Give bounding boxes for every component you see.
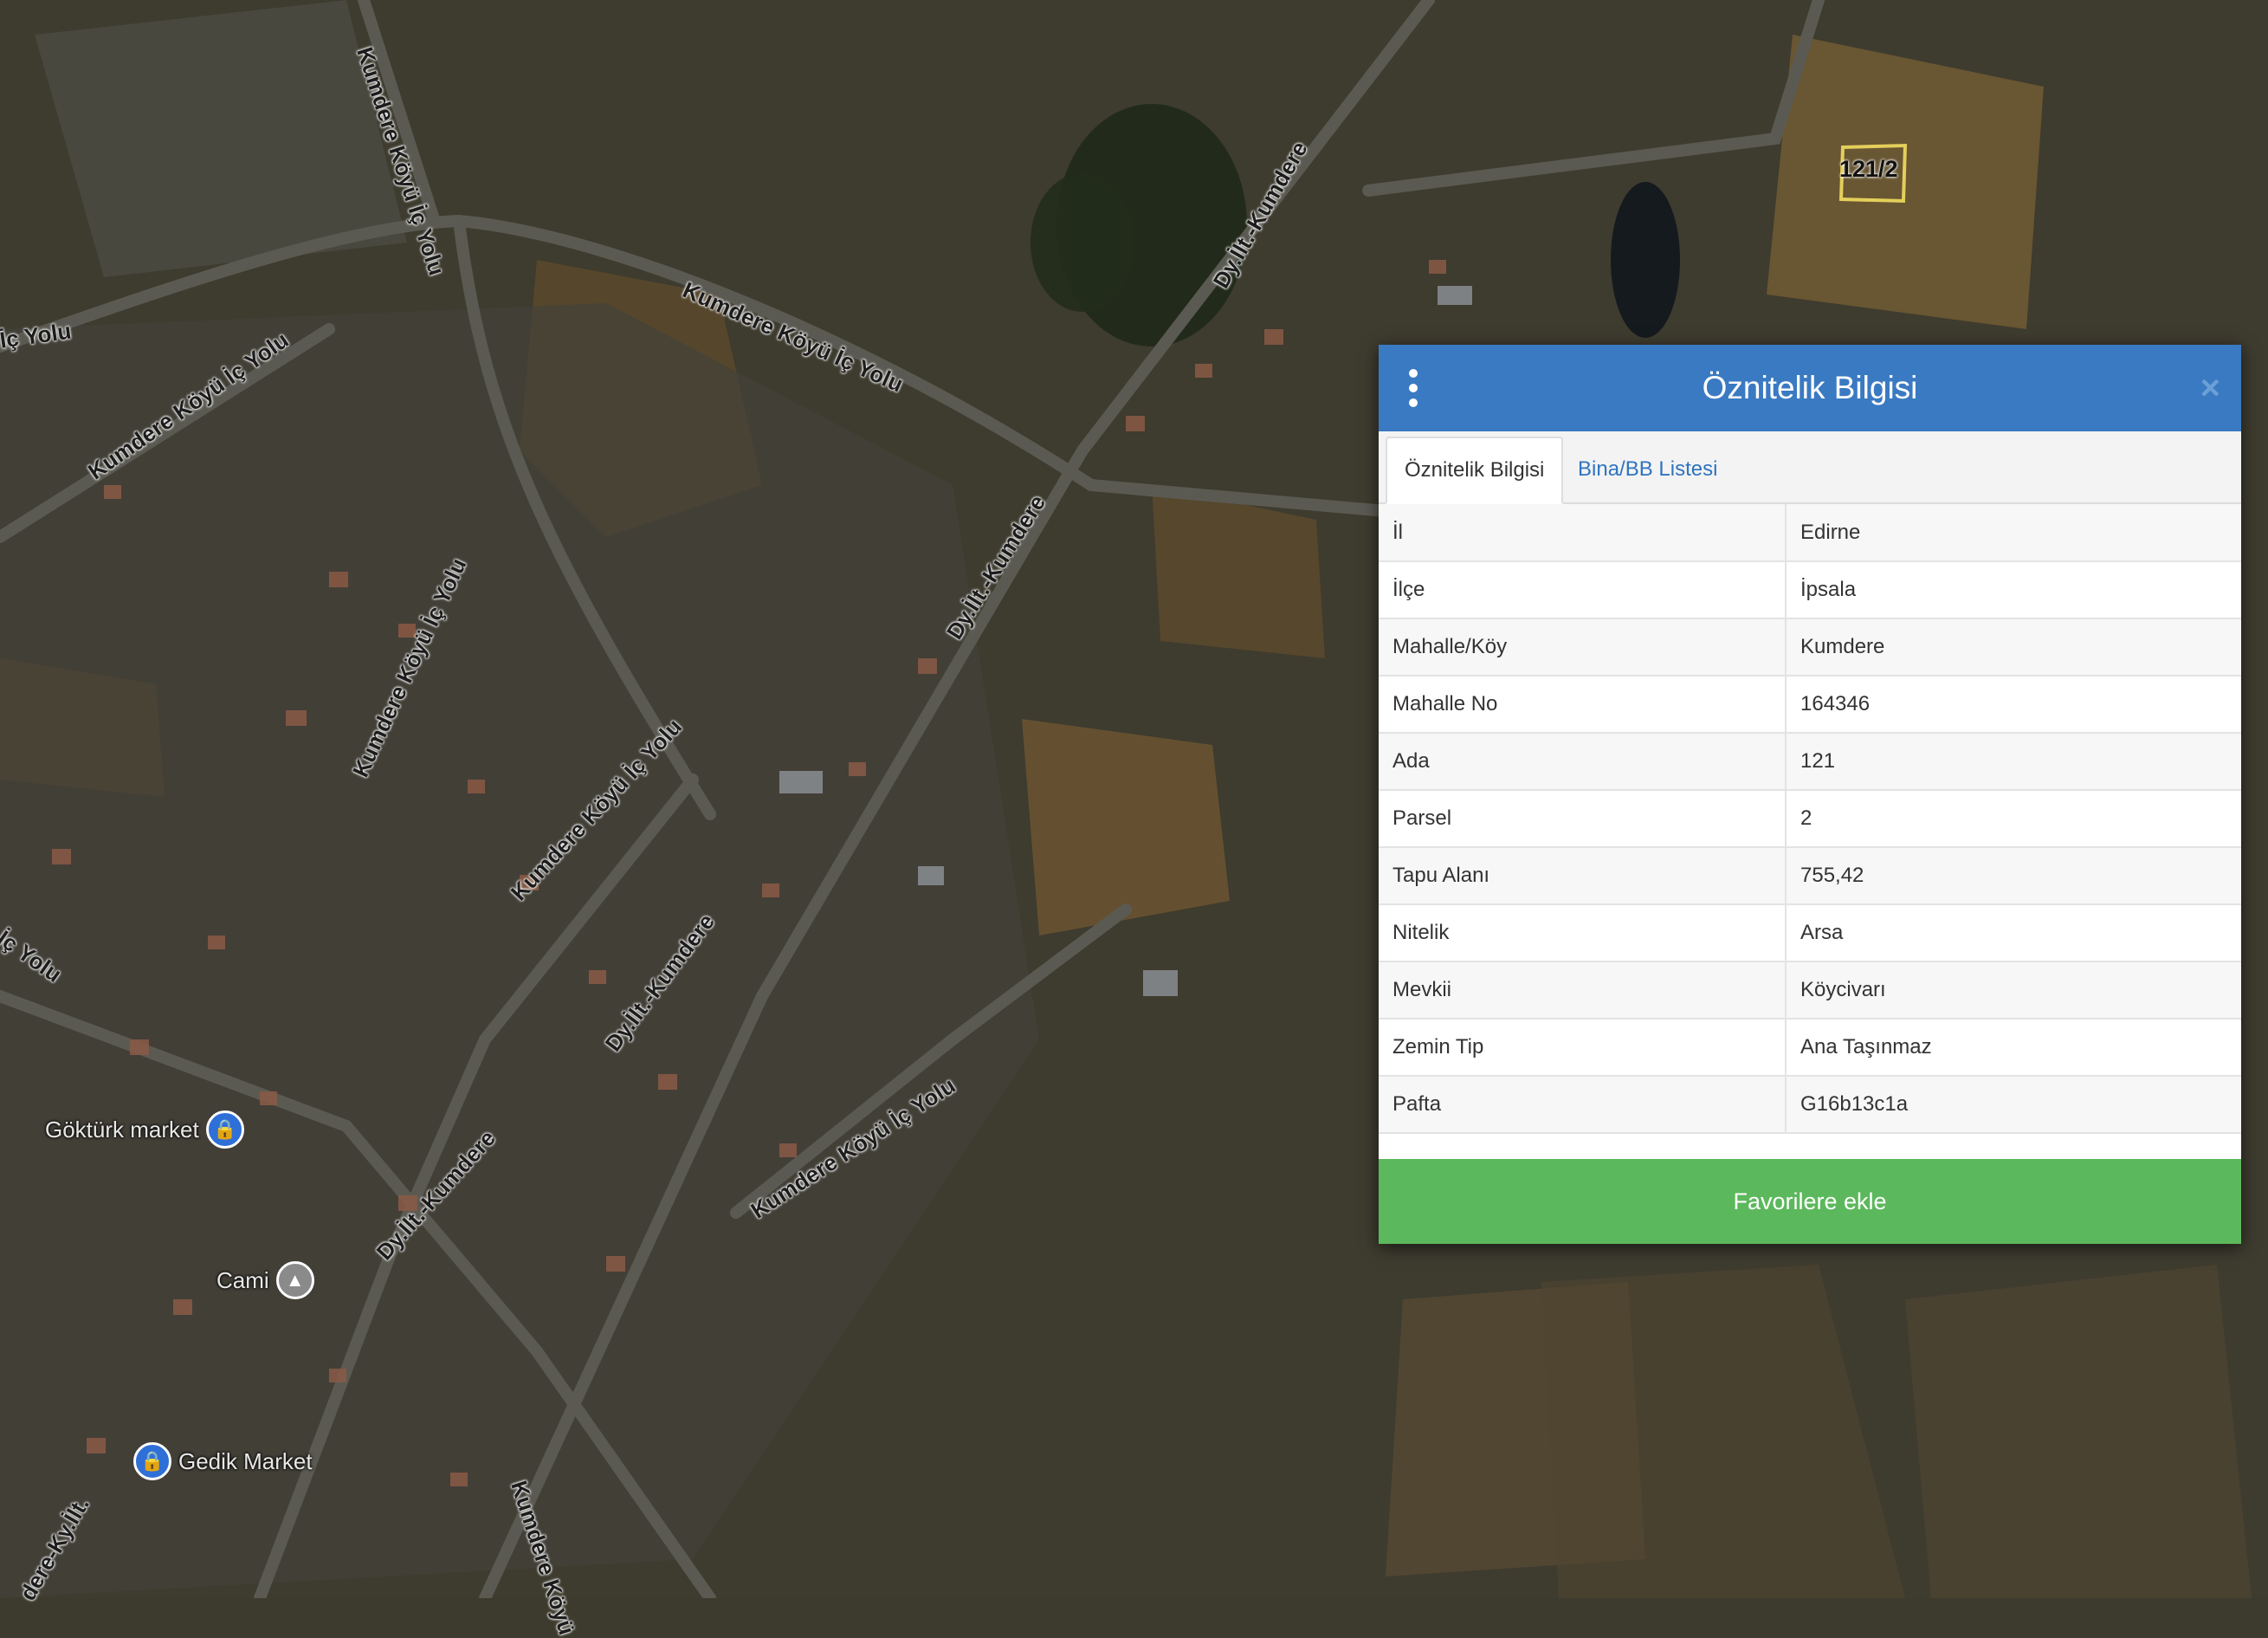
table-row: İl Edirne: [1379, 504, 2241, 562]
poi-cami[interactable]: ▲ Cami: [216, 1261, 314, 1299]
table-row: Mahalle/Köy Kumdere: [1379, 618, 2241, 677]
attribute-key: Parsel: [1379, 790, 1787, 848]
attribute-key: Mahalle/Köy: [1379, 618, 1787, 677]
table-row: Mevkii Köycivarı: [1379, 961, 2241, 1020]
panel-tabs: Öznitelik Bilgisi Bina/BB Listesi: [1379, 431, 2241, 504]
attribute-value: 755,42: [1786, 847, 2241, 905]
attribute-table: İl Edirne İlçe İpsala Mahalle/Köy Kumdere M…: [1379, 504, 2241, 1134]
attribute-key: Mevkii: [1379, 961, 1787, 1020]
poi-gedik-market[interactable]: 🔒 Gedik Market: [133, 1442, 313, 1480]
mosque-icon: ▲: [275, 1261, 314, 1299]
attribute-key: Tapu Alanı: [1379, 847, 1787, 905]
poi-label: Gedik Market: [178, 1447, 313, 1474]
table-row: Mahalle No 164346: [1379, 676, 2241, 734]
parcel-label[interactable]: 121/2: [1839, 156, 1898, 183]
table-row: Pafta G16b13c1a: [1379, 1076, 2241, 1134]
attribute-key: İlçe: [1379, 561, 1787, 619]
attribute-value: Ana Taşınmaz: [1786, 1019, 2241, 1077]
vertical-dots-icon[interactable]: [1405, 369, 1422, 407]
attribute-value: 121: [1786, 733, 2241, 791]
table-row: İlçe İpsala: [1379, 561, 2241, 619]
attribute-key: İl: [1379, 504, 1787, 562]
table-row: Zemin Tip Ana Taşınmaz: [1379, 1019, 2241, 1077]
table-row: Tapu Alanı 755,42: [1379, 847, 2241, 905]
attribute-value: Edirne: [1786, 504, 2241, 562]
attribute-key: Mahalle No: [1379, 676, 1787, 734]
tab-bina-bb-listesi[interactable]: Bina/BB Listesi: [1560, 437, 1735, 502]
poi-label: Cami: [216, 1266, 269, 1293]
attribute-key: Nitelik: [1379, 904, 1787, 962]
attribute-value: 2: [1786, 790, 2241, 848]
poi-goktürk-market[interactable]: 🔒 Göktürk market: [45, 1110, 244, 1149]
tab-oznitelik-bilgisi[interactable]: Öznitelik Bilgisi: [1386, 437, 1564, 504]
attribute-info-panel: Öznitelik Bilgisi × Öznitelik Bilgisi Bi…: [1379, 345, 2241, 1244]
panel-header: Öznitelik Bilgisi ×: [1379, 345, 2241, 431]
table-row: Ada 121: [1379, 733, 2241, 791]
attribute-key: Zemin Tip: [1379, 1019, 1787, 1077]
lock-icon: 🔒: [133, 1442, 171, 1480]
attribute-value: Köycivarı: [1786, 961, 2241, 1020]
attribute-key: Ada: [1379, 733, 1787, 791]
lock-icon: 🔒: [205, 1110, 244, 1149]
attribute-value: G16b13c1a: [1786, 1076, 2241, 1134]
poi-label: Göktürk market: [45, 1116, 199, 1143]
table-row: Parsel 2: [1379, 790, 2241, 848]
add-favorite-button[interactable]: Favorilere ekle: [1379, 1159, 2241, 1244]
panel-title: Öznitelik Bilgisi: [1702, 370, 1918, 405]
attribute-key: Pafta: [1379, 1076, 1787, 1134]
close-icon[interactable]: ×: [2200, 369, 2220, 407]
attribute-value: İpsala: [1786, 561, 2241, 619]
attribute-value: Kumdere: [1786, 618, 2241, 677]
attribute-value: Arsa: [1786, 904, 2241, 962]
attribute-value: 164346: [1786, 676, 2241, 734]
table-row: Nitelik Arsa: [1379, 904, 2241, 962]
